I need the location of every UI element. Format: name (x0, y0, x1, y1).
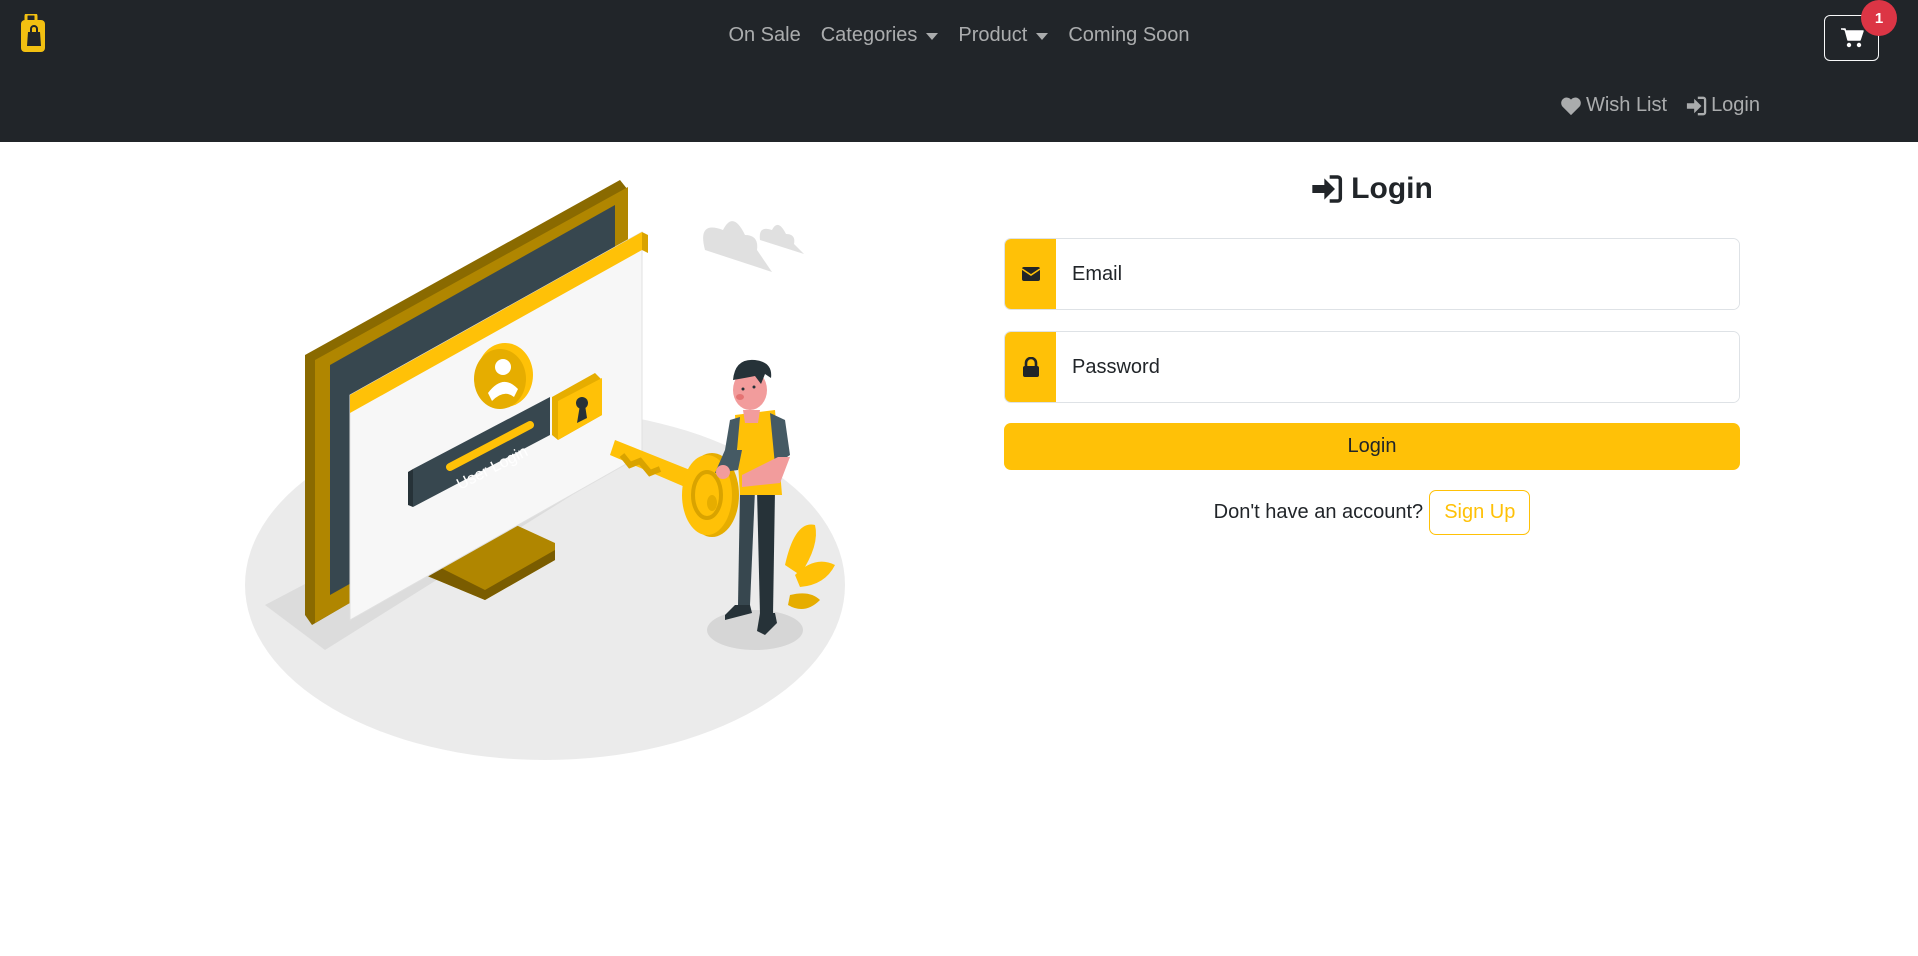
login-illustration: User Login (230, 165, 870, 765)
wishlist-link[interactable]: Wish List (1560, 94, 1667, 117)
login-link-label: Login (1711, 94, 1760, 116)
nav-on-sale-label: On Sale (728, 24, 801, 46)
secondary-nav: Wish List Login (1560, 94, 1760, 117)
nav-product-label: Product (958, 24, 1028, 46)
no-account-text: Don't have an account? (1213, 501, 1424, 523)
login-title: Login (1004, 172, 1740, 206)
main-nav: On Sale Categories Product Coming Soon (0, 20, 1918, 51)
lock-icon (1005, 332, 1056, 402)
sign-in-icon (1686, 96, 1707, 115)
navbar: On Sale Categories Product Coming Soon 1… (0, 0, 1918, 142)
cart-count-badge: 1 (1861, 0, 1897, 36)
heart-icon (1561, 97, 1581, 115)
caret-down-icon (926, 32, 939, 40)
email-input-group (1004, 238, 1740, 310)
nav-coming-soon[interactable]: Coming Soon (1058, 20, 1199, 51)
sign-in-icon (1312, 175, 1343, 203)
login-title-text: Login (1351, 172, 1433, 205)
signup-row: Don't have an account? Sign Up (1004, 490, 1740, 535)
nav-on-sale[interactable]: On Sale (718, 20, 810, 51)
password-field[interactable] (1056, 332, 1739, 402)
nav-coming-soon-label: Coming Soon (1068, 24, 1190, 46)
login-link[interactable]: Login (1685, 94, 1760, 117)
email-field[interactable] (1056, 239, 1739, 309)
caret-down-icon (1036, 32, 1049, 40)
envelope-icon (1005, 239, 1056, 309)
wishlist-label: Wish List (1585, 94, 1668, 116)
nav-product-dropdown[interactable]: Product (948, 20, 1058, 51)
cart-icon (1840, 28, 1864, 48)
nav-categories-label: Categories (820, 24, 918, 46)
nav-categories-dropdown[interactable]: Categories (811, 20, 949, 51)
password-input-group (1004, 331, 1740, 403)
login-submit-button[interactable]: Login (1004, 423, 1740, 470)
signup-button[interactable]: Sign Up (1429, 490, 1531, 535)
